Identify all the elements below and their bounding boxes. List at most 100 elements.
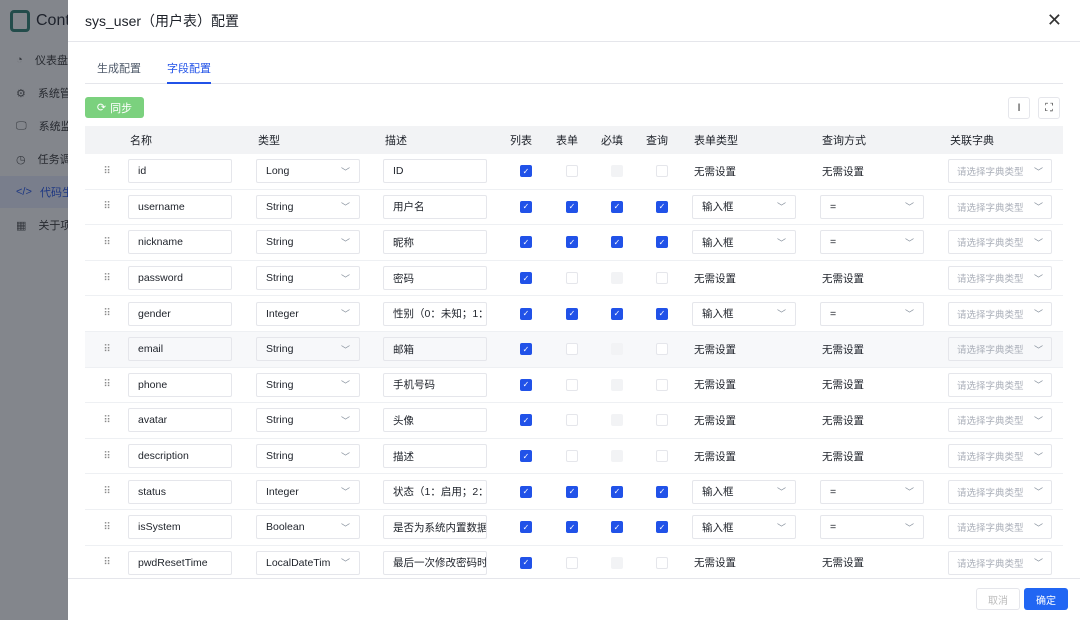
field-desc-input[interactable]: 头像 bbox=[383, 408, 487, 433]
field-type-select[interactable]: Boolean ﹀ bbox=[256, 515, 360, 540]
query-type-select[interactable]: = ﹀ bbox=[820, 230, 924, 255]
query-type-select[interactable]: = ﹀ bbox=[820, 515, 924, 540]
form-checkbox[interactable] bbox=[566, 450, 578, 463]
list-checkbox[interactable]: ✓ bbox=[520, 236, 532, 249]
field-name-input[interactable]: password bbox=[128, 266, 232, 291]
field-desc-input[interactable]: 邮箱 bbox=[383, 337, 487, 362]
field-desc-input[interactable]: 用户名 bbox=[383, 194, 487, 219]
list-checkbox[interactable]: ✓ bbox=[520, 165, 532, 178]
field-name-input[interactable]: avatar bbox=[128, 408, 232, 433]
drag-handle-icon[interactable]: ⠿ bbox=[85, 308, 128, 319]
field-type-select[interactable]: String ﹀ bbox=[256, 230, 360, 255]
field-name-input[interactable]: description bbox=[128, 444, 232, 469]
close-icon[interactable]: ✕ bbox=[1047, 11, 1062, 29]
field-desc-input[interactable]: 最后一次修改密码时 bbox=[383, 550, 487, 575]
field-type-select[interactable]: String ﹀ bbox=[256, 444, 360, 469]
field-name-input[interactable]: id bbox=[128, 159, 232, 184]
field-type-select[interactable]: Integer ﹀ bbox=[256, 479, 360, 504]
field-name-input[interactable]: phone bbox=[128, 372, 232, 397]
form-checkbox[interactable]: ✓ bbox=[566, 521, 578, 534]
confirm-button[interactable]: 确定 bbox=[1024, 588, 1068, 610]
dict-select[interactable]: 请选择字典类型 ﹀ bbox=[948, 372, 1052, 397]
field-type-select[interactable]: LocalDateTim ﹀ bbox=[256, 550, 360, 575]
field-desc-input[interactable]: 昵称 bbox=[383, 230, 487, 255]
drag-handle-icon[interactable]: ⠿ bbox=[85, 379, 128, 390]
field-type-select[interactable]: String ﹀ bbox=[256, 337, 360, 362]
drag-handle-icon[interactable]: ⠿ bbox=[85, 237, 128, 248]
drag-handle-icon[interactable]: ⠿ bbox=[85, 273, 128, 284]
list-checkbox[interactable]: ✓ bbox=[520, 343, 532, 356]
dict-select[interactable]: 请选择字典类型 ﹀ bbox=[948, 479, 1052, 504]
form-type-select[interactable]: 输入框 ﹀ bbox=[692, 194, 796, 219]
drag-handle-icon[interactable]: ⠿ bbox=[85, 415, 128, 426]
fullscreen-button[interactable]: ⛶ bbox=[1038, 97, 1060, 119]
form-type-select[interactable]: 输入框 ﹀ bbox=[692, 479, 796, 504]
list-checkbox[interactable]: ✓ bbox=[520, 450, 532, 463]
sync-button[interactable]: ⟳ 同步 bbox=[85, 97, 144, 118]
query-checkbox[interactable]: ✓ bbox=[656, 307, 668, 320]
field-type-select[interactable]: String ﹀ bbox=[256, 408, 360, 433]
field-desc-input[interactable]: 性别（0：未知；1： bbox=[383, 301, 487, 326]
field-type-select[interactable]: Integer ﹀ bbox=[256, 301, 360, 326]
form-checkbox[interactable] bbox=[566, 343, 578, 356]
dict-select[interactable]: 请选择字典类型 ﹀ bbox=[948, 230, 1052, 255]
form-checkbox[interactable]: ✓ bbox=[566, 200, 578, 213]
dict-select[interactable]: 请选择字典类型 ﹀ bbox=[948, 550, 1052, 575]
query-checkbox[interactable] bbox=[656, 343, 668, 356]
field-desc-input[interactable]: 状态（1：启用；2： bbox=[383, 479, 487, 504]
form-type-select[interactable]: 输入框 ﹀ bbox=[692, 515, 796, 540]
form-checkbox[interactable] bbox=[566, 414, 578, 427]
form-checkbox[interactable]: ✓ bbox=[566, 485, 578, 498]
list-checkbox[interactable]: ✓ bbox=[520, 414, 532, 427]
form-type-select[interactable]: 输入框 ﹀ bbox=[692, 301, 796, 326]
query-checkbox[interactable] bbox=[656, 378, 668, 391]
list-checkbox[interactable]: ✓ bbox=[520, 272, 532, 285]
tab-field-config[interactable]: 字段配置 bbox=[167, 56, 211, 84]
field-name-input[interactable]: pwdResetTime bbox=[128, 550, 232, 575]
dict-select[interactable]: 请选择字典类型 ﹀ bbox=[948, 444, 1052, 469]
list-checkbox[interactable]: ✓ bbox=[520, 521, 532, 534]
required-checkbox[interactable]: ✓ bbox=[611, 236, 623, 249]
list-checkbox[interactable]: ✓ bbox=[520, 307, 532, 320]
field-name-input[interactable]: isSystem bbox=[128, 515, 232, 540]
dict-select[interactable]: 请选择字典类型 ﹀ bbox=[948, 266, 1052, 291]
required-checkbox[interactable]: ✓ bbox=[611, 307, 623, 320]
query-checkbox[interactable] bbox=[656, 272, 668, 285]
field-desc-input[interactable]: 描述 bbox=[383, 444, 487, 469]
dict-select[interactable]: 请选择字典类型 ﹀ bbox=[948, 515, 1052, 540]
form-checkbox[interactable] bbox=[566, 272, 578, 285]
form-checkbox[interactable]: ✓ bbox=[566, 236, 578, 249]
form-checkbox[interactable] bbox=[566, 165, 578, 178]
field-desc-input[interactable]: ID bbox=[383, 159, 487, 184]
cancel-button[interactable]: 取消 bbox=[976, 588, 1020, 610]
drag-handle-icon[interactable]: ⠿ bbox=[85, 451, 128, 462]
list-checkbox[interactable]: ✓ bbox=[520, 485, 532, 498]
field-name-input[interactable]: username bbox=[128, 194, 232, 219]
query-checkbox[interactable]: ✓ bbox=[656, 521, 668, 534]
list-checkbox[interactable]: ✓ bbox=[520, 200, 532, 213]
tab-generate-config[interactable]: 生成配置 bbox=[97, 56, 141, 84]
dict-select[interactable]: 请选择字典类型 ﹀ bbox=[948, 337, 1052, 362]
dict-select[interactable]: 请选择字典类型 ﹀ bbox=[948, 408, 1052, 433]
drag-handle-icon[interactable]: ⠿ bbox=[85, 557, 128, 568]
form-checkbox[interactable] bbox=[566, 556, 578, 569]
form-checkbox[interactable] bbox=[566, 378, 578, 391]
field-type-select[interactable]: String ﹀ bbox=[256, 194, 360, 219]
field-name-input[interactable]: gender bbox=[128, 301, 232, 326]
drag-handle-icon[interactable]: ⠿ bbox=[85, 344, 128, 355]
query-checkbox[interactable] bbox=[656, 556, 668, 569]
drag-handle-icon[interactable]: ⠿ bbox=[85, 522, 128, 533]
field-desc-input[interactable]: 手机号码 bbox=[383, 372, 487, 397]
drag-handle-icon[interactable]: ⠿ bbox=[85, 166, 128, 177]
field-desc-input[interactable]: 密码 bbox=[383, 266, 487, 291]
query-type-select[interactable]: = ﹀ bbox=[820, 479, 924, 504]
drag-handle-icon[interactable]: ⠿ bbox=[85, 201, 128, 212]
dict-select[interactable]: 请选择字典类型 ﹀ bbox=[948, 194, 1052, 219]
required-checkbox[interactable]: ✓ bbox=[611, 485, 623, 498]
query-type-select[interactable]: = ﹀ bbox=[820, 194, 924, 219]
field-name-input[interactable]: email bbox=[128, 337, 232, 362]
dict-select[interactable]: 请选择字典类型 ﹀ bbox=[948, 159, 1052, 184]
field-type-select[interactable]: String ﹀ bbox=[256, 266, 360, 291]
field-type-select[interactable]: String ﹀ bbox=[256, 372, 360, 397]
field-name-input[interactable]: nickname bbox=[128, 230, 232, 255]
